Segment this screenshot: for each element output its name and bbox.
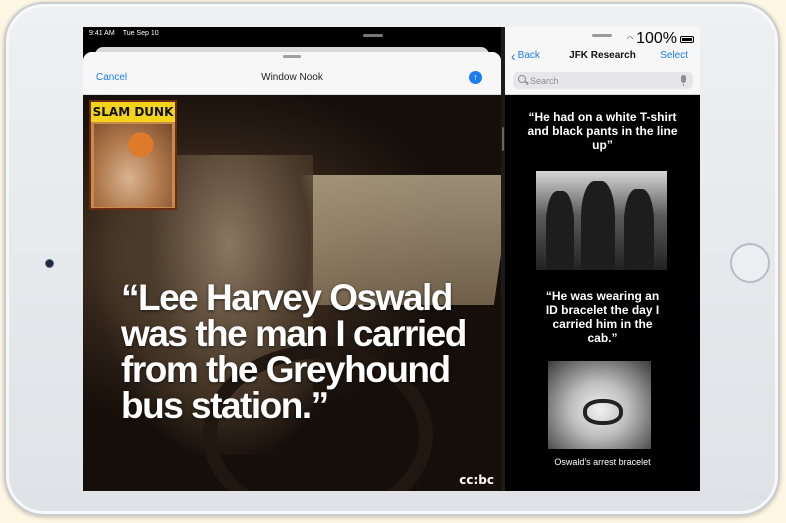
poster-artwork (94, 124, 172, 207)
note-quote-bracelet: “He was wearing an ID bracelet the day I… (545, 289, 660, 345)
bracelet-photo[interactable] (548, 361, 651, 449)
ipad-screen: 9:41 AM Tue Sep 10 Cancel Window Nook ↑ … (83, 27, 700, 491)
sheet-nav-bar: Cancel Window Nook ↑ (83, 52, 501, 95)
pane-grabber[interactable] (592, 34, 612, 37)
left-pane: Cancel Window Nook ↑ SLAM DUNK “Lee Harv… (83, 43, 501, 491)
search-icon (518, 75, 526, 83)
lineup-photo[interactable] (536, 171, 667, 270)
battery-percent: 100% (636, 30, 677, 47)
photo-watermark: cc:bc (459, 473, 494, 487)
handcuff-image (583, 399, 623, 425)
status-indicators: ◠ 100% (627, 30, 694, 48)
compose-sheet: Cancel Window Nook ↑ SLAM DUNK “Lee Harv… (83, 52, 501, 491)
arrow-up-circle-icon[interactable]: ↑ (469, 71, 482, 84)
overlay-quote: “Lee Harvey Oswald was the man I carried… (121, 277, 467, 426)
select-button[interactable]: Select (660, 50, 688, 61)
front-camera (45, 259, 54, 268)
notes-header: ◠ 100% ‹ Back JFK Research Select (505, 27, 700, 95)
notes-pane: ◠ 100% ‹ Back JFK Research Select “He ha… (505, 27, 700, 491)
search-bar[interactable] (513, 72, 693, 89)
poster-title: SLAM DUNK (91, 102, 175, 122)
status-time: 9:41 AM (89, 30, 115, 37)
split-view-handle[interactable] (502, 127, 504, 151)
note-content: “He had on a white T-shirt and black pan… (505, 95, 700, 491)
multitasking-grabber[interactable] (363, 34, 383, 37)
home-button[interactable] (730, 243, 770, 283)
sheet-title: Window Nook (261, 72, 323, 83)
slam-dunk-poster: SLAM DUNK (89, 100, 177, 210)
search-input[interactable] (530, 72, 670, 89)
status-date: Tue Sep 10 (122, 30, 159, 37)
wifi-icon: ◠ (626, 36, 634, 43)
note-quote-tshirt: “He had on a white T-shirt and black pan… (527, 110, 678, 152)
sheet-grabber[interactable] (283, 55, 301, 58)
frame-watermark: cc:bc (744, 492, 768, 502)
photo-attachment[interactable]: SLAM DUNK “Lee Harvey Oswald was the man… (83, 95, 501, 491)
microphone-icon[interactable] (681, 75, 686, 86)
battery-icon (680, 35, 694, 43)
bracelet-caption: Oswald’s arrest bracelet (554, 457, 651, 467)
